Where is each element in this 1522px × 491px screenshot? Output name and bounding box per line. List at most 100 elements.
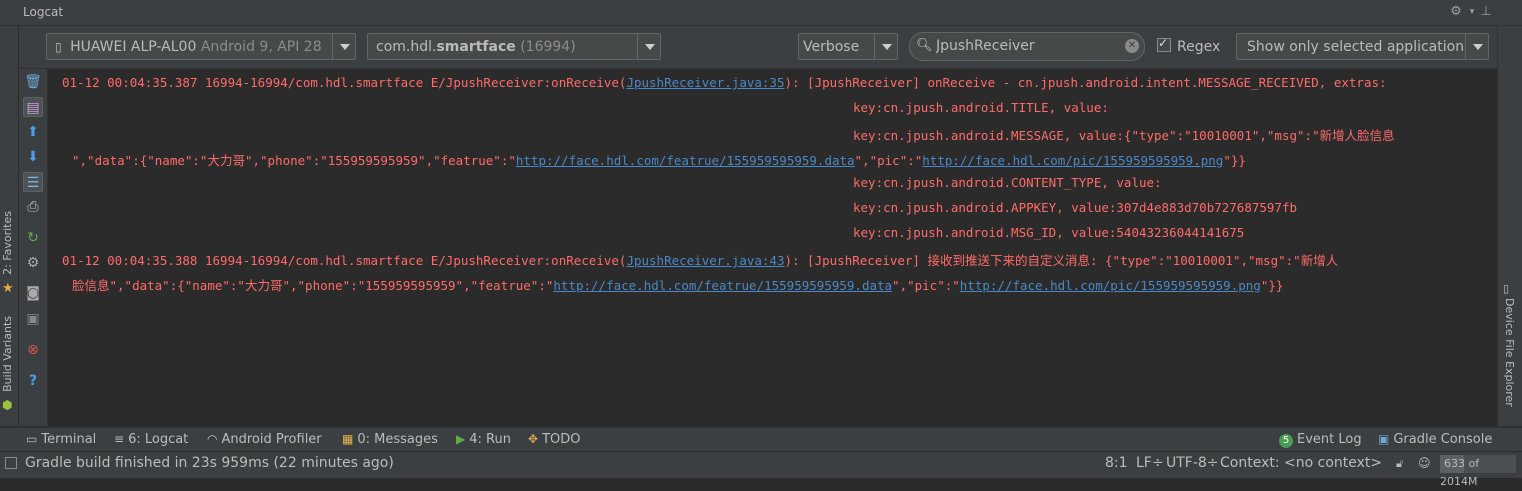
log-line-part: ","data":{"name":"大力哥","phone":"15595959… [72,153,516,168]
log-level-value: Verbose [803,39,860,55]
tab-label: 0: Messages [357,432,438,447]
process-prefix: com.hdl. [376,39,437,55]
file-encoding[interactable]: UTF-8÷ [1166,455,1219,471]
memory-indicator[interactable]: 633 of 2014M [1440,455,1516,488]
memory-of: of [1468,457,1480,470]
print-icon[interactable]: ⎙ [23,197,43,217]
record-icon[interactable]: ▣ [23,309,43,329]
regex-label: Regex [1177,39,1221,55]
log-level-selector[interactable]: Verbose [798,33,898,60]
log-line: 01-12 00:04:35.388 16994-16994/com.hdl.s… [62,250,1338,269]
source-link[interactable]: JpushReceiver.java:43 [626,253,784,268]
tab-gradle-console[interactable]: ▣ Gradle Console [1378,432,1492,447]
tab-run[interactable]: ▶ 4: Run [456,432,511,447]
chevron-down-icon[interactable] [637,34,660,59]
trash-icon[interactable]: 🗑︎ [23,72,43,92]
log-line: key:cn.jpush.android.TITLE, value: [853,100,1109,115]
memory-used: 633 [1444,457,1465,470]
tab-logcat[interactable]: ≡ 6: Logcat [114,432,188,447]
tab-messages[interactable]: ▦ 0: Messages [342,432,438,447]
pic-link[interactable]: http://face.hdl.com/pic/155959595959.png [960,278,1261,293]
log-line: ","data":{"name":"大力哥","phone":"15595959… [72,150,1246,169]
status-toggle-icon[interactable] [5,457,17,469]
filter-selector[interactable]: Show only selected application [1236,33,1489,60]
soft-wrap-icon[interactable]: ▤ [23,97,43,117]
tab-label: Android Profiler [221,432,322,447]
device-file-explorer-icon: ▯ [1503,282,1510,295]
restart-icon[interactable]: ↻ [23,228,43,248]
android-icon: ⬢ [2,398,13,412]
log-line: 01-12 00:04:35.387 16994-16994/com.hdl.s… [62,75,1387,90]
todo-icon: ✥ [528,432,539,446]
tab-label: 6: Logcat [128,432,189,447]
log-line: key:cn.jpush.android.CONTENT_TYPE, value… [853,175,1162,190]
panel-title-bar: Logcat ⚙ ▾ ⊥ [0,0,1522,26]
profiler-icon: ◠ [207,432,218,446]
featrue-link[interactable]: http://face.hdl.com/featrue/155959595959… [553,278,892,293]
tab-label: Terminal [41,432,97,447]
log-output[interactable]: 01-12 00:04:35.387 16994-16994/com.hdl.s… [48,69,1496,426]
process-name: smartface [436,39,516,55]
line-separator[interactable]: LF÷ [1136,455,1164,471]
log-line-part: ","pic":" [892,278,960,293]
log-line: key:cn.jpush.android.APPKEY, value:307d4… [853,200,1298,215]
search-input[interactable] [936,36,1116,56]
gear-icon[interactable]: ⚙ [1448,4,1464,20]
lock-icon[interactable]: 🔓︎ [1396,457,1403,471]
chevron-down-icon[interactable] [1465,34,1488,59]
tab-terminal[interactable]: ▭ Terminal [26,432,96,447]
regex-check-mark[interactable] [1157,36,1171,52]
tab-label: Event Log [1297,432,1362,447]
build-variants-tab[interactable]: Build Variants [1,316,14,392]
cursor-position[interactable]: 8:1 [1105,455,1128,471]
status-bar: Gradle build finished in 23s 959ms (22 m… [0,451,1522,488]
arrow-up-icon[interactable]: ⬆ [23,122,43,142]
featrue-link[interactable]: http://face.hdl.com/featrue/155959595959… [516,153,855,168]
source-link[interactable]: JpushReceiver.java:35 [626,75,784,90]
process-selector[interactable]: com.hdl.smartface (16994) [367,33,661,60]
search-icon[interactable]: 🔍︎ [916,38,933,53]
device-name: HUAWEI ALP-AL00 [70,39,197,55]
log-line-part: "}} [1223,153,1246,168]
tab-label: Gradle Console [1393,432,1493,447]
bottom-tool-tabs: ▭ Terminal ≡ 6: Logcat ◠ Android Profiler ▦… [0,427,1522,452]
tab-todo[interactable]: ✥ TODO [528,432,580,447]
event-log-icon: 5 [1279,434,1293,448]
log-line: key:cn.jpush.android.MSG_ID, value:54043… [853,225,1245,240]
help-icon[interactable]: ? [23,371,43,391]
log-search-field[interactable]: 🔍︎ ✕ [909,32,1145,61]
chevron-down-icon[interactable] [332,34,355,59]
favorites-tab[interactable]: 2: Favorites [1,211,14,275]
log-line: key:cn.jpush.android.MESSAGE, value:{"ty… [853,128,1395,143]
arrow-down-icon[interactable]: ⬇ [23,147,43,167]
regex-checkbox[interactable]: Regex [1157,36,1221,55]
pic-link[interactable]: http://face.hdl.com/pic/155959595959.png [922,153,1223,168]
minimize-icon[interactable]: ⊥ [1478,4,1494,20]
chevron-down-icon[interactable] [874,34,897,59]
right-tool-strip: ▯ Device File Explorer [1497,26,1522,426]
status-message[interactable]: Gradle build finished in 23s 959ms (22 m… [25,455,394,471]
settings-icon[interactable]: ⚙ [23,253,43,273]
tab-label: TODO [542,432,581,447]
device-file-explorer-tab[interactable]: Device File Explorer [1503,298,1516,407]
panel-title: Logcat [23,5,64,19]
log-line-tail: ): [JpushReceiver] onReceive - cn.jpush.… [784,75,1387,90]
device-selector[interactable]: ▯ HUAWEI ALP-AL00 Android 9, API 28 [46,33,356,60]
format-icon[interactable]: ☰ [23,172,43,192]
log-line-part: 脸信息","data":{"name":"大力哥","phone":"15595… [72,278,554,293]
stop-icon[interactable]: ⊗ [23,340,43,360]
context-indicator[interactable]: Context: <no context> [1220,455,1382,471]
log-line-part: "}} [1260,278,1284,293]
left-tool-strip: 2: Favorites ★ Build Variants ⬢ [0,26,19,426]
phone-icon: ▯ [55,40,62,54]
inspector-icon[interactable]: ☺ [1418,456,1431,470]
clear-icon[interactable]: ✕ [1125,39,1139,53]
messages-icon: ▦ [342,432,354,446]
log-line-head: 01-12 00:04:35.388 16994-16994/com.hdl.s… [62,253,627,268]
camera-icon[interactable]: ◙ [23,283,43,303]
tab-android-profiler[interactable]: ◠ Android Profiler [207,432,322,447]
logcat-icon: ≡ [114,432,125,446]
run-icon: ▶ [456,432,466,446]
log-line-head: 01-12 00:04:35.387 16994-16994/com.hdl.s… [62,75,627,90]
tab-event-log[interactable]: 5 Event Log [1279,432,1362,448]
